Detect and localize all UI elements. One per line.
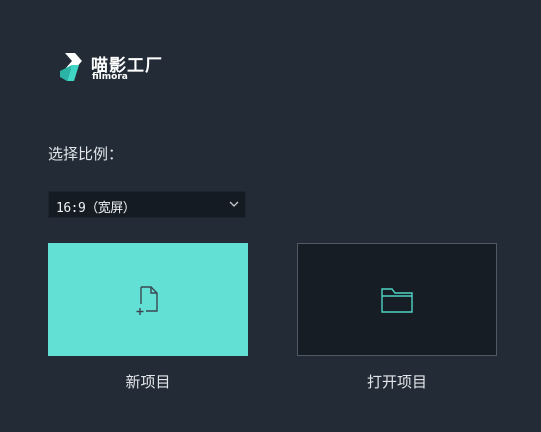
aspect-ratio-value: 16:9（宽屏） (56, 201, 136, 216)
open-project-button[interactable] (297, 243, 497, 356)
new-project-button[interactable] (48, 243, 248, 356)
filmora-logo-icon (60, 53, 82, 81)
folder-icon (381, 287, 413, 313)
open-project-label[interactable]: 打开项目 (297, 371, 497, 392)
chevron-down-icon (229, 201, 239, 207)
aspect-ratio-select[interactable]: 16:9（宽屏） (48, 191, 246, 218)
aspect-ratio-label: 选择比例： (48, 145, 124, 163)
new-project-label[interactable]: 新项目 (48, 371, 248, 392)
brand-name-en: filmora (92, 72, 128, 82)
new-file-icon (136, 285, 158, 315)
